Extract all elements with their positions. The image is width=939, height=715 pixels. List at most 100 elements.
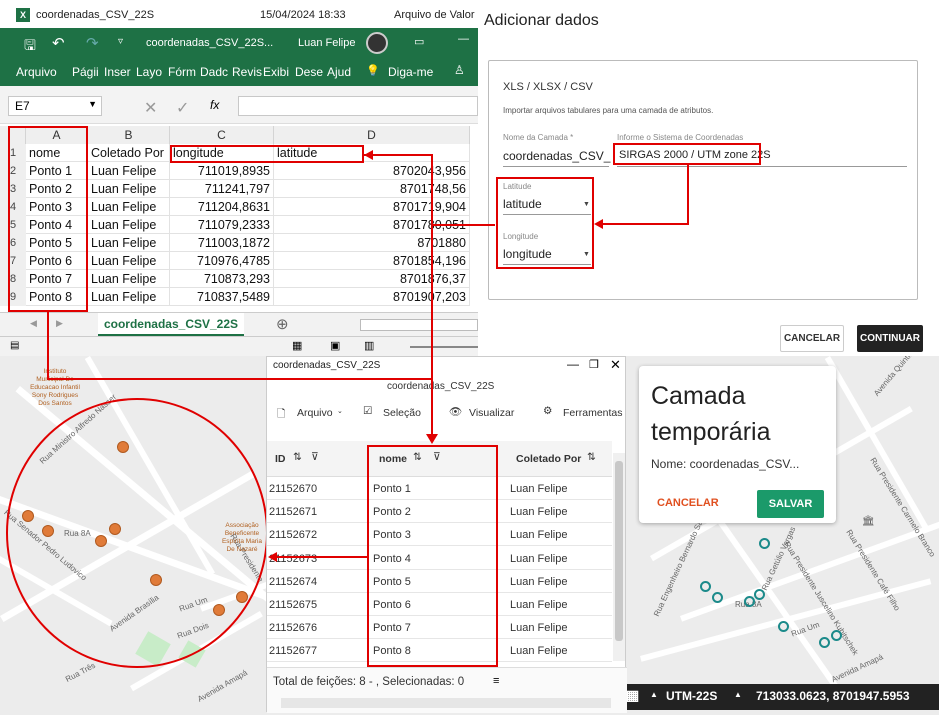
customize-icon[interactable]: ▿ xyxy=(118,36,123,47)
popup-cancel-button[interactable]: CANCELAR xyxy=(657,497,719,509)
ribbon-tab[interactable]: Arquivo xyxy=(16,65,57,79)
horizontal-scrollbar[interactable] xyxy=(360,319,478,331)
ribbon-tab[interactable]: Dadc xyxy=(200,65,228,79)
avatar[interactable] xyxy=(366,32,388,54)
redo-icon[interactable]: ↷ xyxy=(86,34,99,52)
cell-b[interactable]: Luan Felipe xyxy=(88,198,170,216)
list-icon[interactable]: ≡ xyxy=(493,675,499,687)
map-point[interactable] xyxy=(759,538,770,549)
menu-arquivo[interactable]: Arquivo xyxy=(297,407,333,419)
grid-icon[interactable]: ▦ xyxy=(626,687,639,704)
page-break-icon[interactable]: ▥ xyxy=(364,339,374,352)
prev-sheet-icon[interactable]: ◀ xyxy=(30,318,37,329)
formula-input[interactable] xyxy=(238,96,478,116)
share-icon[interactable]: ♙ xyxy=(454,63,465,77)
cell-d[interactable]: 8701854,196 xyxy=(274,252,470,270)
cell-b[interactable]: Luan Felipe xyxy=(88,270,170,288)
restore-icon[interactable]: ❐ xyxy=(589,358,599,371)
map-point[interactable] xyxy=(819,637,830,648)
ribbon-tab[interactable]: Exibi xyxy=(263,65,289,79)
cell-b[interactable]: Luan Felipe xyxy=(88,162,170,180)
page-layout-icon[interactable]: ▣ xyxy=(330,339,340,352)
next-sheet-icon[interactable]: ▶ xyxy=(56,318,63,329)
cell-d[interactable]: 8701880 xyxy=(274,234,470,252)
cell-b[interactable]: Coletado Por xyxy=(88,144,170,162)
minimize-icon[interactable]: — xyxy=(567,357,579,371)
zoom-slider[interactable] xyxy=(410,346,478,348)
sort-icon[interactable]: ⇅ xyxy=(293,451,302,463)
menu-visualizar[interactable]: Visualizar xyxy=(469,407,514,419)
cell-d[interactable]: 8702043,956 xyxy=(274,162,470,180)
sort-icon[interactable]: ⇅ xyxy=(587,451,596,463)
highlight-box xyxy=(170,145,364,163)
minimize-icon[interactable]: — xyxy=(458,33,469,45)
menu-ferramentas[interactable]: Ferramentas xyxy=(563,407,623,419)
header-id[interactable]: ID xyxy=(275,453,286,465)
cell-b[interactable]: Luan Felipe xyxy=(88,288,170,306)
add-sheet-icon[interactable]: ⊕ xyxy=(276,315,289,333)
continue-button[interactable]: CONTINUAR xyxy=(857,325,923,352)
col-header-d[interactable]: D xyxy=(274,126,470,144)
col-header-c[interactable]: C xyxy=(170,126,274,144)
ribbon-tab[interactable]: Inser xyxy=(104,65,131,79)
cell-por: Luan Felipe xyxy=(510,483,568,495)
ribbon-tab[interactable]: Diga-me xyxy=(388,65,433,79)
popup-save-button[interactable]: SALVAR xyxy=(757,490,824,518)
header-coletado-por[interactable]: Coletado Por xyxy=(516,453,581,465)
map-point[interactable] xyxy=(744,596,755,607)
connector-line xyxy=(47,378,431,380)
cell-c[interactable]: 711003,1872 xyxy=(170,234,274,252)
sheet-tab[interactable]: coordenadas_CSV_22S xyxy=(98,313,244,337)
ribbon-tab[interactable]: Layo xyxy=(136,65,162,79)
menu-selecao[interactable]: Seleção xyxy=(383,407,421,419)
save-icon[interactable]: 🖫 xyxy=(24,35,36,59)
cell-b[interactable]: Luan Felipe xyxy=(88,234,170,252)
cell-c[interactable]: 711241,797 xyxy=(170,180,274,198)
enter-icon[interactable]: ✓ xyxy=(176,98,189,118)
cell-id: 21152675 xyxy=(269,599,318,611)
sheet-tab-label: coordenadas_CSV_22S xyxy=(103,317,239,331)
cancel-button[interactable]: CANCELAR xyxy=(780,325,844,352)
cell-c[interactable]: 710873,293 xyxy=(170,270,274,288)
layer-name-input[interactable]: coordenadas_CSV_22 xyxy=(503,149,611,163)
normal-view-icon[interactable]: ▦ xyxy=(292,339,302,352)
cell-b[interactable]: Luan Felipe xyxy=(88,180,170,198)
map-point[interactable] xyxy=(778,621,789,632)
cell-b[interactable]: Luan Felipe xyxy=(88,252,170,270)
caret-up-icon[interactable]: ▲ xyxy=(650,690,658,699)
ribbon-tab[interactable]: Págii xyxy=(72,65,99,79)
cell-d[interactable]: 8701907,203 xyxy=(274,288,470,306)
col-header-b[interactable]: B xyxy=(88,126,170,144)
map-point[interactable] xyxy=(754,589,765,600)
filter-icon[interactable]: ⊽ xyxy=(311,451,319,463)
projection-label[interactable]: UTM-22S xyxy=(666,689,717,703)
map-point[interactable] xyxy=(831,630,842,641)
cell-c[interactable]: 711019,8935 xyxy=(170,162,274,180)
caret-up-icon[interactable]: ▲ xyxy=(734,690,742,699)
close-icon[interactable]: ✕ xyxy=(610,357,621,373)
scroll-thumb[interactable] xyxy=(615,461,623,641)
ribbon-tab[interactable]: Ajud xyxy=(327,65,351,79)
cell-c[interactable]: 710837,5489 xyxy=(170,288,274,306)
cell-d[interactable]: 8701876,37 xyxy=(274,270,470,288)
cancel-icon[interactable]: ✕ xyxy=(144,98,157,118)
cell-c[interactable]: 710976,4785 xyxy=(170,252,274,270)
cell-b[interactable]: Luan Felipe xyxy=(88,216,170,234)
horizontal-scrollbar[interactable] xyxy=(281,698,611,708)
cell-d[interactable]: 8701719,904 xyxy=(274,198,470,216)
lightbulb-icon[interactable]: 💡 xyxy=(366,64,380,77)
cell-d[interactable]: 8701748,56 xyxy=(274,180,470,198)
cell-c[interactable]: 711204,8631 xyxy=(170,198,274,216)
ribbon-tab[interactable]: Dese xyxy=(295,65,323,79)
function-icon[interactable]: fx xyxy=(210,98,219,112)
ribbon-display-icon[interactable]: ▭ xyxy=(414,35,424,48)
cell-c[interactable]: 711079,2333 xyxy=(170,216,274,234)
vertical-scrollbar[interactable] xyxy=(613,453,625,661)
undo-icon[interactable]: ↶ xyxy=(52,34,65,52)
name-box[interactable]: E7 ▼ xyxy=(8,96,102,116)
map-point[interactable] xyxy=(712,592,723,603)
ribbon-tab[interactable]: Revis xyxy=(232,65,262,79)
map-point[interactable] xyxy=(700,581,711,592)
cell-por: Luan Felipe xyxy=(510,506,568,519)
ribbon-tab[interactable]: Fórm xyxy=(168,65,196,79)
